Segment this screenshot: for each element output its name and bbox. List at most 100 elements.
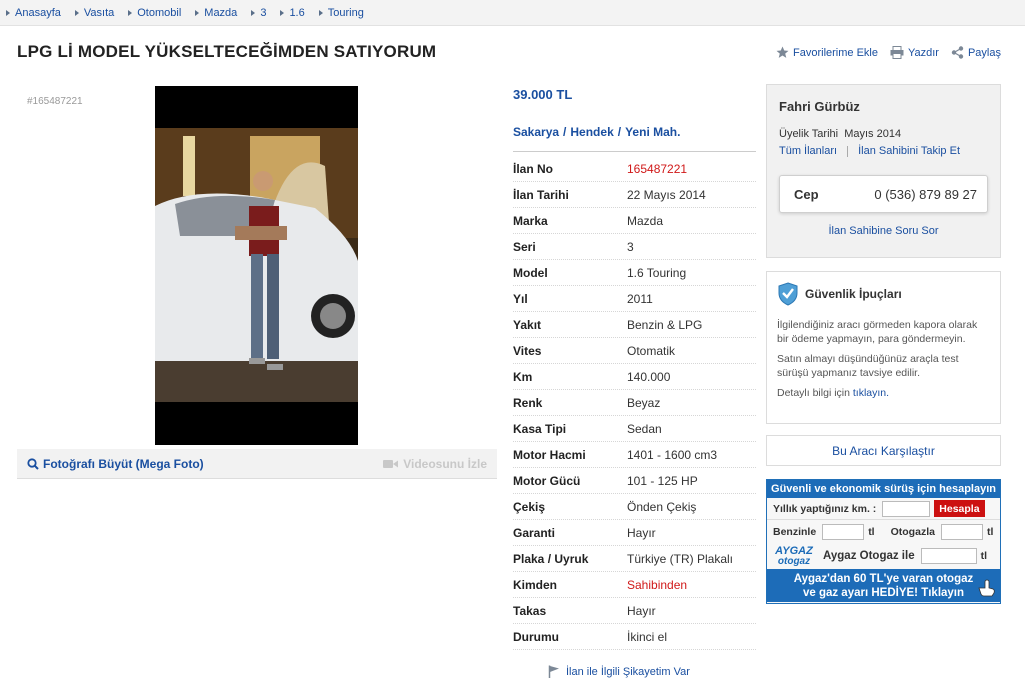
detail-row-listing-date: İlan Tarihi 22 Mayıs 2014: [513, 182, 756, 208]
safety-tip: Satın almayı düşündüğünüz araçla test sü…: [777, 353, 959, 379]
arrow-right-icon: [74, 9, 79, 16]
detail-value: Sahibinden: [627, 577, 688, 592]
cost-row: Benzinle tl Otogazla tl: [767, 521, 1000, 543]
yearly-km-row: Yıllık yaptığınız km. : Hesapla: [767, 498, 1000, 520]
detail-row-gear: Vites Otomatik: [513, 338, 756, 364]
detail-value: 101 - 125 HP: [627, 473, 698, 488]
currency-label: tl: [980, 550, 988, 562]
detail-value: 1401 - 1600 cm3: [627, 447, 718, 462]
mega-photo-button[interactable]: Fotoğrafı Büyüt (Mega Foto): [27, 457, 204, 471]
detail-value: Türkiye (TR) Plakalı: [627, 551, 734, 566]
price: 39.000 TL: [513, 87, 573, 102]
detail-row-year: Yıl 2011: [513, 286, 756, 312]
detail-value: 1.6 Touring: [627, 265, 687, 280]
share-button[interactable]: Paylaş: [951, 46, 1001, 59]
detail-label: Model: [513, 265, 548, 280]
safety-tip: İlgilendiğiniz aracı görmeden kapora ola…: [777, 319, 978, 345]
detail-label: Vites: [513, 343, 542, 358]
member-since: Üyelik Tarihi Mayıs 2014: [779, 128, 902, 140]
video-button[interactable]: Videosunu İzle: [383, 457, 487, 471]
detail-value: 3: [627, 239, 634, 254]
breadcrumb-item-engine[interactable]: 1.6: [280, 7, 305, 19]
detail-row-listing-no: İlan No 165487221: [513, 156, 756, 182]
phone-box[interactable]: Cep 0 (536) 879 89 27: [779, 175, 988, 213]
location-separator: /: [617, 125, 622, 139]
seller-name: Fahri Gürbüz: [779, 99, 860, 114]
location-district[interactable]: Hendek: [570, 125, 613, 139]
detail-label: Seri: [513, 239, 536, 254]
detail-row-plate: Plaka / Uyruk Türkiye (TR) Plakalı: [513, 546, 756, 572]
safety-tips: Güvenlik İpuçları İlgilendiğiniz aracı g…: [766, 271, 1001, 424]
complaint-link[interactable]: İlan ile İlgili Şikayetim Var: [548, 665, 690, 678]
listing-id: #165487221: [27, 96, 83, 107]
main-photo[interactable]: [155, 86, 358, 445]
shield-check-icon: [778, 282, 798, 306]
page-title: LPG Lİ MODEL YÜKSELTECEĞİMDEN SATIYORUM: [17, 42, 437, 61]
magnifier-icon: [27, 457, 39, 470]
detail-label: Durumu: [513, 629, 559, 644]
all-listings-link[interactable]: Tüm İlanları: [779, 145, 837, 158]
safety-more: Detaylı bilgi için tıklayın.: [777, 387, 890, 399]
phone-label: Cep: [794, 186, 819, 202]
detail-label: Marka: [513, 213, 548, 228]
detail-row-engine-power: Motor Gücü 101 - 125 HP: [513, 468, 756, 494]
detail-value: 140.000: [627, 369, 671, 384]
compare-button[interactable]: Bu Aracı Karşılaştır: [766, 435, 1001, 466]
follow-seller-link[interactable]: İlan Sahibini Takip Et: [858, 145, 960, 158]
detail-label: Kasa Tipi: [513, 421, 567, 436]
location-neighborhood[interactable]: Yeni Mah.: [625, 125, 680, 139]
print-button[interactable]: Yazdır: [890, 46, 939, 59]
detail-row-warranty: Garanti Hayır: [513, 520, 756, 546]
seller-links: Tüm İlanları İlan Sahibini Takip Et: [771, 140, 996, 158]
detail-value: Mazda: [627, 213, 664, 228]
detail-row-model: Model 1.6 Touring: [513, 260, 756, 286]
detail-row-condition: Durumu İkinci el: [513, 624, 756, 650]
ask-seller-link[interactable]: İlan Sahibine Soru Sor: [771, 225, 996, 237]
details-table: İlan No 165487221 İlan Tarihi 22 Mayıs 201…: [513, 156, 756, 650]
detail-row-engine-volume: Motor Hacmi 1401 - 1600 cm3: [513, 442, 756, 468]
detail-row-color: Renk Beyaz: [513, 390, 756, 416]
detail-row-brand: Marka Mazda: [513, 208, 756, 234]
phone-number: 0 (536) 879 89 27: [874, 186, 977, 202]
aygaz-promo-banner[interactable]: Aygaz'dan 60 TL'ye varan otogaz ve gaz a…: [767, 569, 1000, 602]
arrow-right-icon: [318, 9, 323, 16]
otogaz-label: Otogazla: [890, 526, 935, 538]
detail-row-km: Km 140.000: [513, 364, 756, 390]
detail-value: Benzin & LPG: [627, 317, 703, 332]
safety-title: Güvenlik İpuçları: [805, 287, 902, 301]
printer-icon: [890, 46, 904, 59]
benzin-label: Benzinle: [773, 526, 817, 538]
aygaz-logo: AYGAZ otogaz: [775, 544, 813, 567]
detail-value: Sedan: [627, 421, 662, 436]
detail-label: Garanti: [513, 525, 556, 540]
detail-row-body: Kasa Tipi Sedan: [513, 416, 756, 442]
favorite-button[interactable]: Favorilerime Ekle: [776, 46, 878, 59]
detail-value: Hayır: [627, 603, 656, 618]
safety-more-link[interactable]: tıklayın.: [853, 387, 889, 399]
breadcrumb-item-brand[interactable]: Mazda: [195, 7, 237, 19]
seller-box: Fahri Gürbüz Üyelik Tarihi Mayıs 2014 Tü…: [766, 84, 1001, 258]
location-city[interactable]: Sakarya: [513, 125, 559, 139]
location-separator: /: [563, 125, 567, 139]
divider: [847, 146, 849, 157]
detail-value: Hayır: [627, 525, 656, 540]
breadcrumb-item-vehicle[interactable]: Vasıta: [74, 7, 114, 19]
location: Sakarya / Hendek / Yeni Mah.: [513, 125, 756, 152]
yearly-km-input[interactable]: [882, 500, 931, 517]
arrow-right-icon: [251, 9, 256, 16]
listing-info: 39.000 TL Sakarya / Hendek / Yeni Mah. İlan …: [513, 82, 756, 650]
breadcrumb-item-car[interactable]: Otomobil: [128, 7, 181, 19]
flag-icon: [548, 665, 559, 678]
breadcrumb-item-series[interactable]: 3: [251, 7, 266, 19]
video-camera-icon: [383, 459, 399, 468]
breadcrumb-item-model[interactable]: Touring: [318, 7, 364, 19]
calculate-button[interactable]: Hesapla: [934, 500, 985, 517]
breadcrumb-item-home[interactable]: Anasayfa: [6, 7, 61, 19]
star-icon: [776, 46, 789, 58]
listing-actions: Favorilerime Ekle Yazdır Paylaş: [764, 46, 1001, 59]
detail-row-exchange: Takas Hayır: [513, 598, 756, 624]
currency-label: tl: [986, 526, 994, 538]
detail-label: Kimden: [513, 577, 558, 592]
aygaz-otogaz-label: Aygaz Otogaz ile: [823, 550, 915, 562]
detail-label: İlan Tarihi: [513, 187, 569, 202]
